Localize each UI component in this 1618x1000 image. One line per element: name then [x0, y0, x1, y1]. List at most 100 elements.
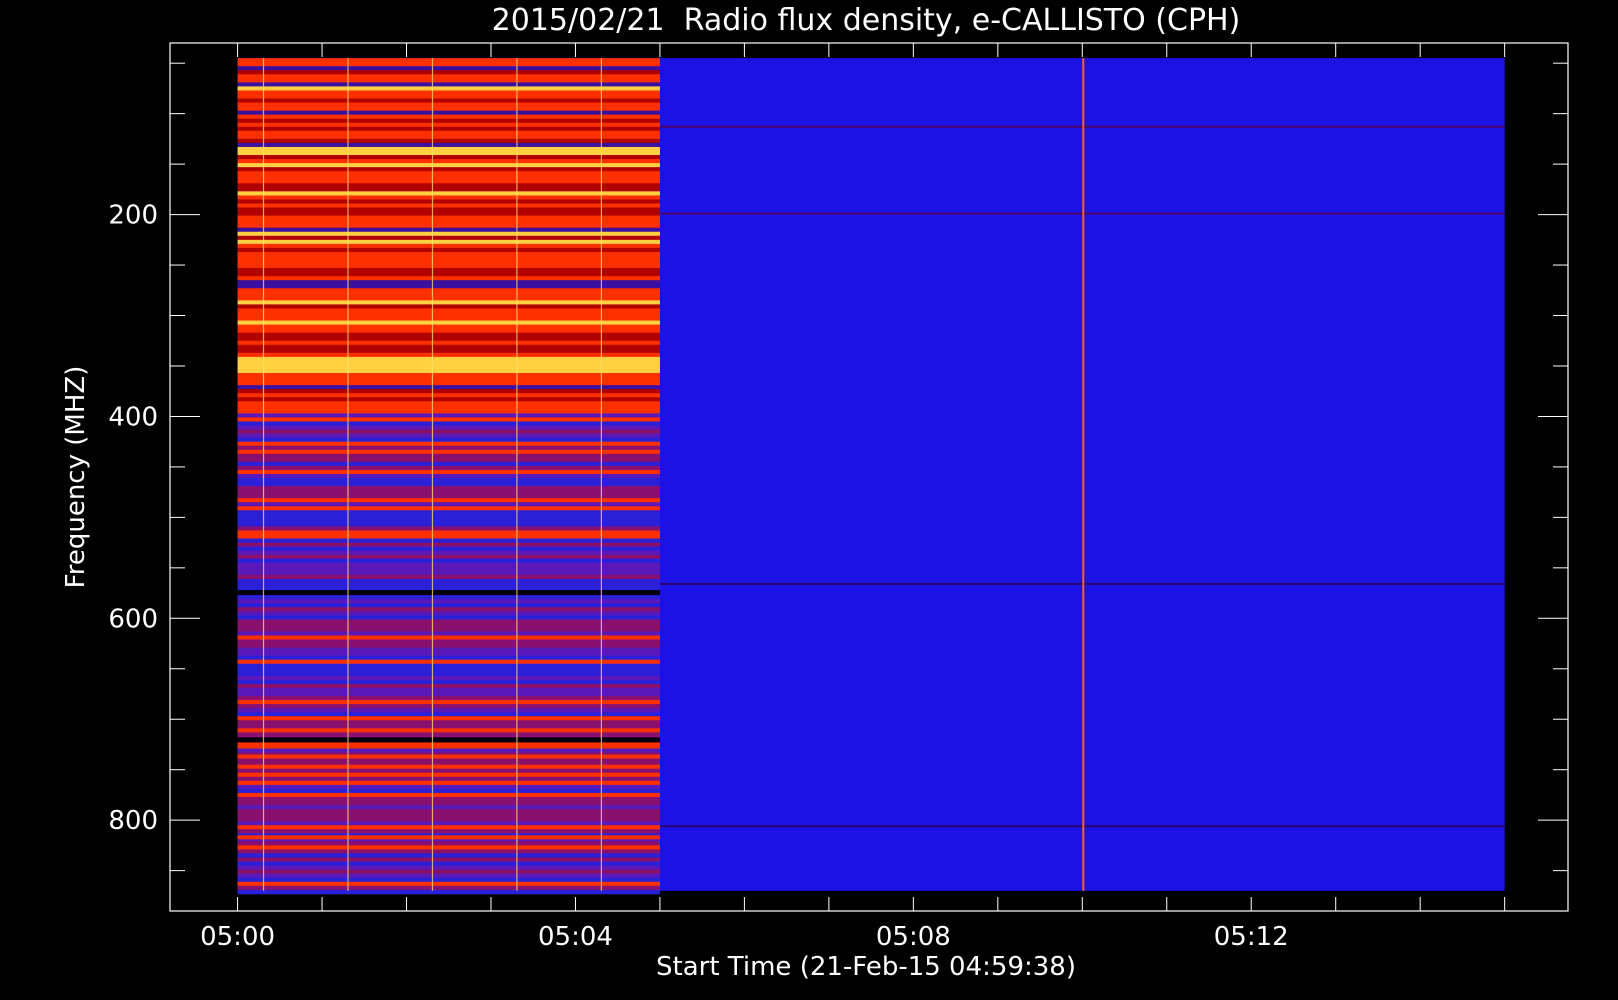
flux-band: [237, 94, 660, 100]
flux-band: [237, 264, 660, 269]
flux-band: [237, 441, 660, 447]
flux-band: [237, 813, 660, 818]
flux-band: [237, 615, 660, 620]
flux-band: [237, 461, 660, 467]
flux-band: [237, 768, 660, 774]
flux-band: [237, 865, 660, 871]
flux-band: [237, 708, 660, 713]
flux-band: [237, 118, 660, 124]
flux-band: [237, 800, 660, 806]
flux-band: [237, 679, 660, 685]
flux-band: [237, 570, 660, 576]
flux-band: [237, 530, 660, 536]
flux-band: [237, 574, 660, 580]
flux-band: [237, 538, 660, 544]
flux-band: [237, 889, 660, 895]
flux-band: [237, 469, 660, 475]
flux-band: [237, 595, 660, 600]
flux-band: [237, 805, 660, 810]
flux-band: [237, 671, 660, 677]
flux-band: [237, 324, 660, 330]
flux-band: [237, 316, 660, 322]
flux-band: [237, 211, 660, 217]
flux-band: [237, 296, 660, 301]
flux-band: [237, 292, 660, 297]
flux-band: [237, 683, 660, 689]
flux-band: [237, 74, 660, 79]
flux-band: [237, 377, 660, 382]
flux-band: [237, 239, 660, 245]
flux-band: [237, 66, 660, 71]
flux-band: [237, 260, 660, 265]
flux-band: [237, 566, 660, 572]
flux-band: [237, 845, 660, 850]
flux-band: [237, 421, 660, 427]
flux-band: [237, 498, 660, 503]
flux-band: [237, 647, 660, 653]
flux-band: [237, 276, 660, 281]
flux-band: [237, 603, 660, 608]
flux-band: [237, 223, 660, 229]
flux-band: [237, 340, 660, 346]
flux-band: [237, 179, 660, 184]
flux-band: [237, 348, 660, 354]
flux-band: [237, 829, 660, 834]
flux-band: [237, 130, 660, 136]
y-tick-label: 600: [108, 604, 158, 634]
flux-band: [237, 106, 660, 112]
flux-band: [237, 744, 660, 750]
y-tick-label: 200: [108, 201, 158, 231]
flux-band: [237, 381, 660, 386]
flux-band: [237, 90, 660, 95]
bright-band: [237, 754, 660, 759]
flux-band: [237, 207, 660, 213]
flux-band: [237, 453, 660, 459]
flux-band: [237, 788, 660, 794]
flux-band: [237, 268, 660, 273]
flux-band: [237, 796, 660, 802]
flux-band: [237, 502, 660, 507]
flux-band: [237, 437, 660, 443]
flux-band: [237, 102, 660, 108]
flux-band: [237, 146, 660, 152]
flux-band: [237, 134, 660, 140]
flux-band: [237, 235, 660, 241]
flux-band: [237, 732, 660, 737]
flux-band: [237, 449, 660, 455]
flux-band: [237, 86, 660, 91]
flux-band: [237, 203, 660, 209]
flux-band: [237, 821, 660, 826]
flux-band: [237, 272, 660, 277]
y-axis-label: Frequency (MHZ): [61, 366, 91, 589]
flux-band: [237, 280, 660, 285]
flux-band: [237, 562, 660, 568]
flux-band: [237, 607, 660, 612]
flux-band: [237, 171, 660, 176]
flux-band: [237, 122, 660, 128]
flux-band: [237, 199, 660, 204]
flux-band: [237, 518, 660, 523]
flux-band: [237, 352, 660, 358]
flux-band: [237, 163, 660, 168]
flux-band: [237, 247, 660, 253]
vertical-spike: [347, 58, 349, 891]
flux-band: [237, 219, 660, 225]
flux-band: [237, 643, 660, 649]
flux-band: [237, 490, 660, 495]
flux-band: [237, 284, 660, 289]
chart-title: 2015/02/21 Radio flux density, e-CALLIST…: [492, 3, 1241, 38]
flux-band: [237, 417, 660, 422]
flux-band: [237, 155, 660, 160]
flux-band: [237, 704, 660, 709]
flux-band: [237, 389, 660, 394]
vertical-spike: [1082, 58, 1085, 891]
flux-band: [237, 631, 660, 636]
flux-band: [237, 110, 660, 116]
bright-band: [237, 835, 660, 840]
flux-band: [237, 373, 660, 378]
dark-band: [237, 737, 660, 743]
flux-band: [237, 187, 660, 192]
flux-band: [237, 308, 660, 313]
flux-band: [237, 534, 660, 540]
flux-band: [237, 251, 660, 257]
